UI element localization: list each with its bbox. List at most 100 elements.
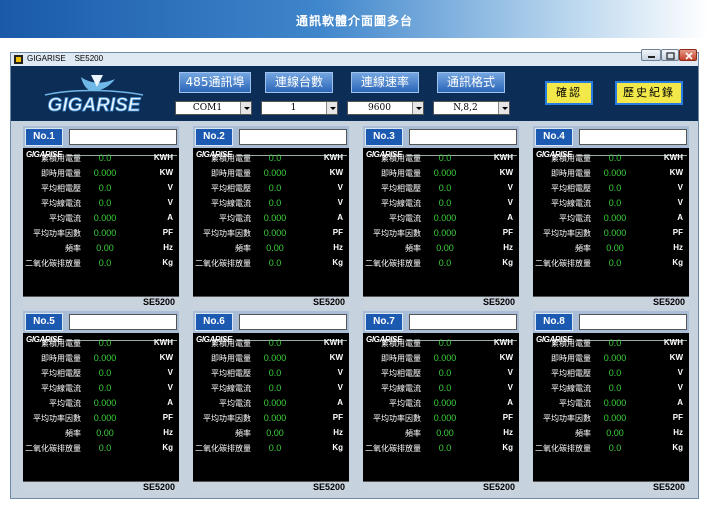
panel-footer: SE5200 xyxy=(23,481,179,493)
measurement-name: 平均電流 xyxy=(389,214,421,223)
panel-number-label: No.6 xyxy=(195,313,233,331)
panel-name-input[interactable] xyxy=(69,314,177,330)
measurement-unit: PF xyxy=(502,228,513,237)
measurement-value: 0.0 xyxy=(608,338,622,348)
close-icon[interactable] xyxy=(679,49,697,61)
measurement-value: 0.000 xyxy=(93,413,117,423)
measurement-value: 0.000 xyxy=(603,168,627,178)
measurement-row: 頻率 0.00 Hz xyxy=(193,243,349,256)
panel-header: No.4 xyxy=(533,126,689,148)
measurement-row: 頻率 0.00 Hz xyxy=(193,428,349,441)
panel-name-input[interactable] xyxy=(239,314,347,330)
measurement-value: 0.0 xyxy=(438,443,452,453)
panel-name-input[interactable] xyxy=(409,129,517,145)
measurement-value: 0.0 xyxy=(268,383,282,393)
device-count-button[interactable]: 連線台數 xyxy=(265,72,333,93)
panel-name-input[interactable] xyxy=(239,129,347,145)
measurement-unit: Hz xyxy=(503,428,513,437)
port-select[interactable]: COM1 xyxy=(175,101,252,115)
panel-display: GIGARISE 累積用電量 0.0 KWH 即時用電量 0.000 KW 平均相電壓 0.0 V… xyxy=(533,333,689,493)
measurement-unit: Hz xyxy=(673,428,683,437)
measurement-name: 平均線電流 xyxy=(41,199,81,208)
measurement-name: 二氧化碳排放量 xyxy=(25,444,81,453)
measurement-row: 平均線電流 0.0 V xyxy=(23,383,179,396)
measurement-value: 0.000 xyxy=(433,168,457,178)
panel-footer: SE5200 xyxy=(193,481,349,493)
panel-name-input[interactable] xyxy=(409,314,517,330)
baud-rate-select[interactable]: 9600 xyxy=(347,101,424,115)
measurement-value: 0.0 xyxy=(608,258,622,268)
panel-name-input[interactable] xyxy=(69,129,177,145)
history-button[interactable]: 歷史紀錄 xyxy=(615,81,683,105)
measurement-value: 0.0 xyxy=(268,368,282,378)
panel-name-input[interactable] xyxy=(579,314,687,330)
measurement-name: 累積用電量 xyxy=(211,339,251,348)
measurement-unit: Hz xyxy=(333,428,343,437)
data-format-select[interactable]: N,8,2 xyxy=(433,101,510,115)
chevron-down-icon[interactable] xyxy=(412,102,423,114)
measurement-unit: Kg xyxy=(672,258,683,267)
measurement-value: 0.0 xyxy=(438,338,452,348)
measurement-unit: A xyxy=(167,398,173,407)
measurement-name: 二氧化碳排放量 xyxy=(365,444,421,453)
measurement-name: 平均功率因數 xyxy=(33,229,81,238)
measurement-row: 二氧化碳排放量 0.0 Kg xyxy=(193,443,349,456)
measurement-unit: KW xyxy=(669,353,683,362)
measurement-unit: V xyxy=(337,383,343,392)
measurement-name: 二氧化碳排放量 xyxy=(25,259,81,268)
panel-model-label: SE5200 xyxy=(482,482,515,492)
measurement-name: 累積用電量 xyxy=(551,154,591,163)
measurement-unit: A xyxy=(677,398,683,407)
chevron-down-icon[interactable] xyxy=(498,102,509,114)
measurement-row: 平均相電壓 0.0 V xyxy=(23,183,179,196)
measurement-name: 累積用電量 xyxy=(551,339,591,348)
data-format-button[interactable]: 通訊格式 xyxy=(437,72,505,93)
chevron-down-icon[interactable] xyxy=(240,102,251,114)
panel-model-label: SE5200 xyxy=(482,297,515,307)
measurement-row: 平均電流 0.000 A xyxy=(363,398,519,411)
chevron-down-icon[interactable] xyxy=(326,102,337,114)
measurement-name: 即時用電量 xyxy=(211,169,251,178)
baud-rate-button[interactable]: 連線速率 xyxy=(351,72,419,93)
measurement-row: 頻率 0.00 Hz xyxy=(23,428,179,441)
panel-header: No.5 xyxy=(23,311,179,333)
measurement-name: 二氧化碳排放量 xyxy=(535,259,591,268)
measurement-value: 0.0 xyxy=(98,338,112,348)
minimize-icon[interactable] xyxy=(641,49,661,61)
measurement-value: 0.00 xyxy=(266,243,284,253)
panel-number-label: No.3 xyxy=(365,128,403,146)
confirm-button[interactable]: 確認 xyxy=(545,81,593,105)
measurement-name: 平均線電流 xyxy=(381,199,421,208)
measurement-value: 0.000 xyxy=(603,413,627,423)
measurement-row: 平均相電壓 0.0 V xyxy=(533,183,689,196)
measurement-name: 平均相電壓 xyxy=(41,369,81,378)
measurement-value: 0.000 xyxy=(93,398,117,408)
gigarise-logo: GIGARISE xyxy=(44,75,144,116)
measurement-row: 即時用電量 0.000 KW xyxy=(533,168,689,181)
measurement-unit: KWH xyxy=(153,153,173,162)
measurement-name: 平均相電壓 xyxy=(381,369,421,378)
measurement-unit: V xyxy=(677,368,683,377)
measurement-unit: V xyxy=(167,183,173,192)
measurement-value: 0.0 xyxy=(608,153,622,163)
measurement-unit: KWH xyxy=(663,153,683,162)
measurement-row: 二氧化碳排放量 0.0 Kg xyxy=(363,443,519,456)
port-button[interactable]: 485通訊埠 xyxy=(179,72,251,93)
measurement-row: 頻率 0.00 Hz xyxy=(533,243,689,256)
measurement-row: 平均功率因數 0.000 PF xyxy=(533,413,689,426)
measurement-value: 0.0 xyxy=(438,383,452,393)
measurement-row: 平均相電壓 0.0 V xyxy=(533,368,689,381)
panel-model-label: SE5200 xyxy=(652,482,685,492)
measurement-row: 即時用電量 0.000 KW xyxy=(193,168,349,181)
measurement-row: 平均相電壓 0.0 V xyxy=(193,368,349,381)
panel-name-input[interactable] xyxy=(579,129,687,145)
measurement-value: 0.000 xyxy=(263,398,287,408)
measurement-unit: V xyxy=(167,198,173,207)
measurement-unit: PF xyxy=(502,413,513,422)
measurement-name: 平均電流 xyxy=(219,399,251,408)
device-count-select[interactable]: 1 xyxy=(261,101,338,115)
panel-number-label: No.1 xyxy=(25,128,63,146)
measurement-value: 0.0 xyxy=(438,198,452,208)
maximize-icon[interactable] xyxy=(661,49,679,61)
measurement-unit: Kg xyxy=(332,258,343,267)
